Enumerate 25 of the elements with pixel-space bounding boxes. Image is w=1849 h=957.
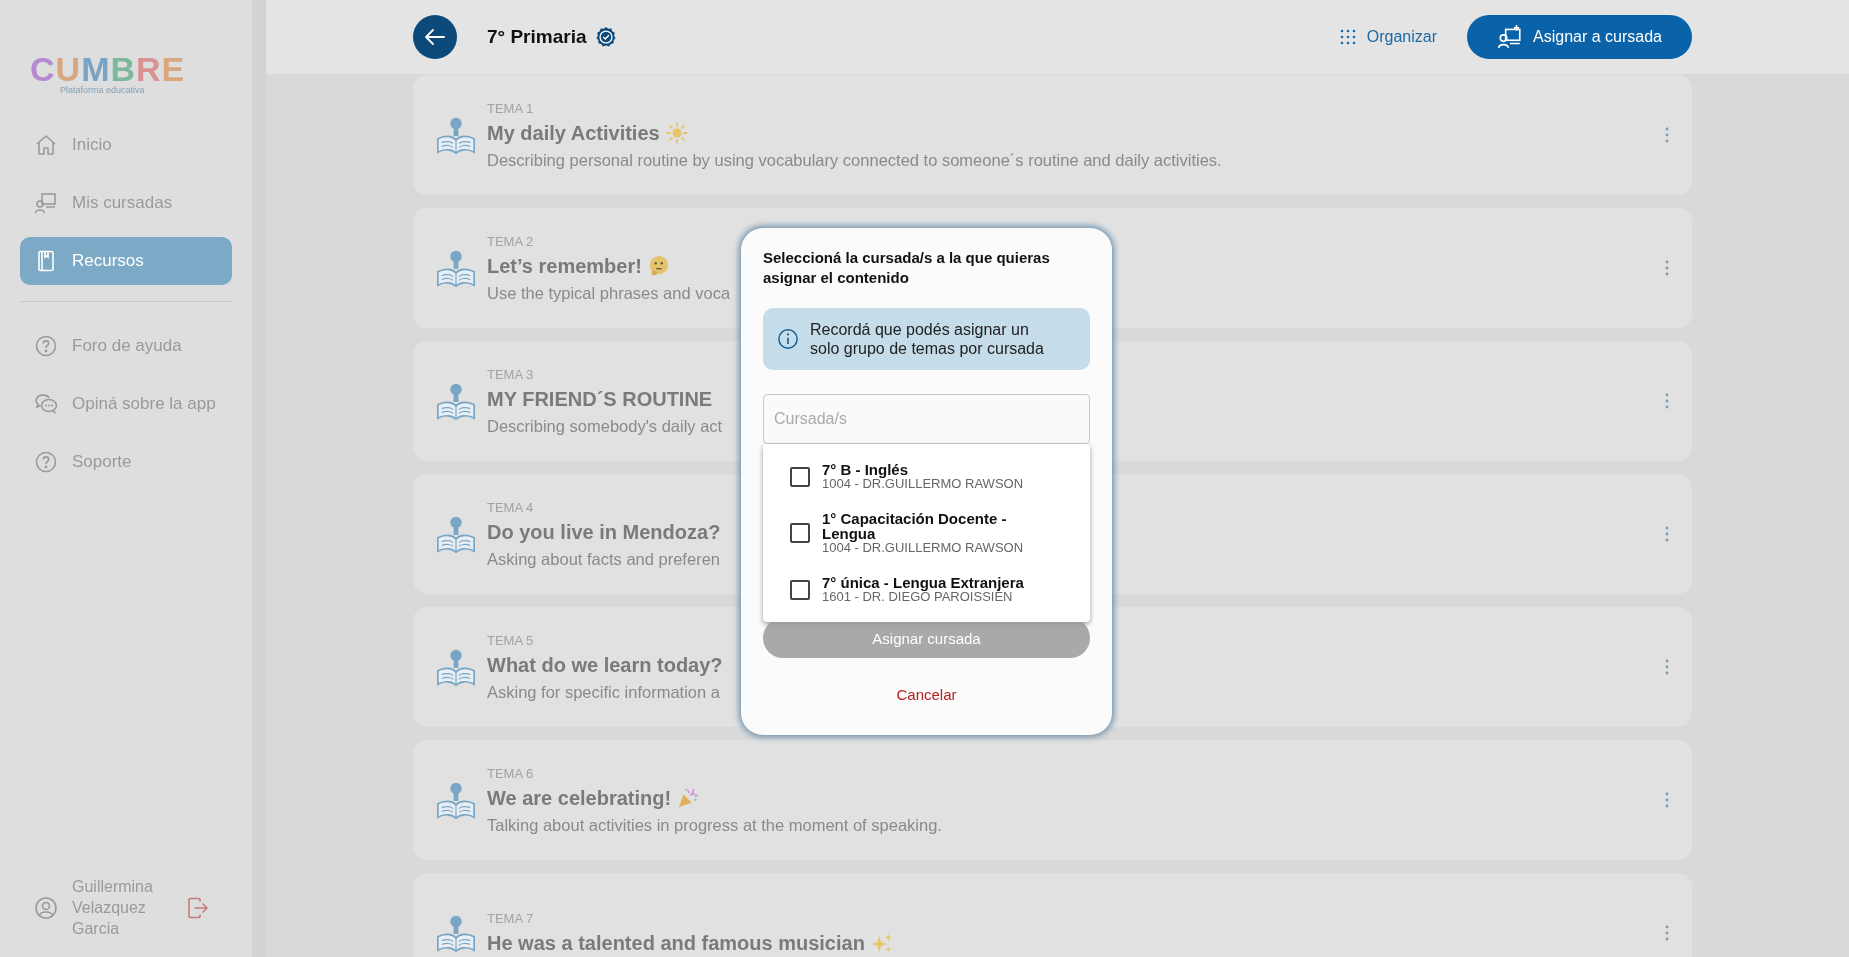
topic-description: Describing personal routine by using vocabulary connected to someone´s routine and daily activities. <box>487 150 1222 170</box>
topic-description: Asking about facts and preferen <box>487 549 720 569</box>
topic-number: TEMA 3 <box>487 366 534 382</box>
topic-number: TEMA 7 <box>487 911 534 926</box>
topic-description: Talking about activities in progress at the moment of speaking. <box>487 815 942 835</box>
topic-number: TEMA 5 <box>487 632 534 648</box>
topic-title: We are celebrating! <box>487 786 672 810</box>
topic-number: TEMA 6 <box>487 765 534 781</box>
topic-title: Do you live in Mendoza? <box>487 520 721 544</box>
topic-title: MY FRIEND´S ROUTINE <box>487 387 713 411</box>
topic-description: Use the typical phrases and voca <box>487 283 731 303</box>
topic-number: TEMA 2 <box>487 233 534 249</box>
topic-description: Describing somebody's daily act <box>487 416 723 436</box>
logo-subtitle: Plataforma educativa <box>60 85 145 95</box>
topic-description: Asking for specific information a <box>487 682 720 702</box>
topic-number: TEMA 4 <box>487 499 534 515</box>
topic-title: He was a talented and famous musician <box>487 932 865 955</box>
topic-number: TEMA 1 <box>487 100 534 116</box>
topic-title: What do we learn today? <box>487 653 723 677</box>
page-title: 7° Primaria <box>487 26 587 48</box>
topic-title: Let’s remember! <box>487 254 642 278</box>
topic-title: My daily Activities <box>487 121 660 145</box>
user-name: Guillermina Velazquez Garcia <box>72 877 154 939</box>
dialog-heading: Seleccioná la cursada/s a la que quieras asignar el contenido <box>763 248 1051 288</box>
logo-text: CUMBRE <box>30 52 186 86</box>
